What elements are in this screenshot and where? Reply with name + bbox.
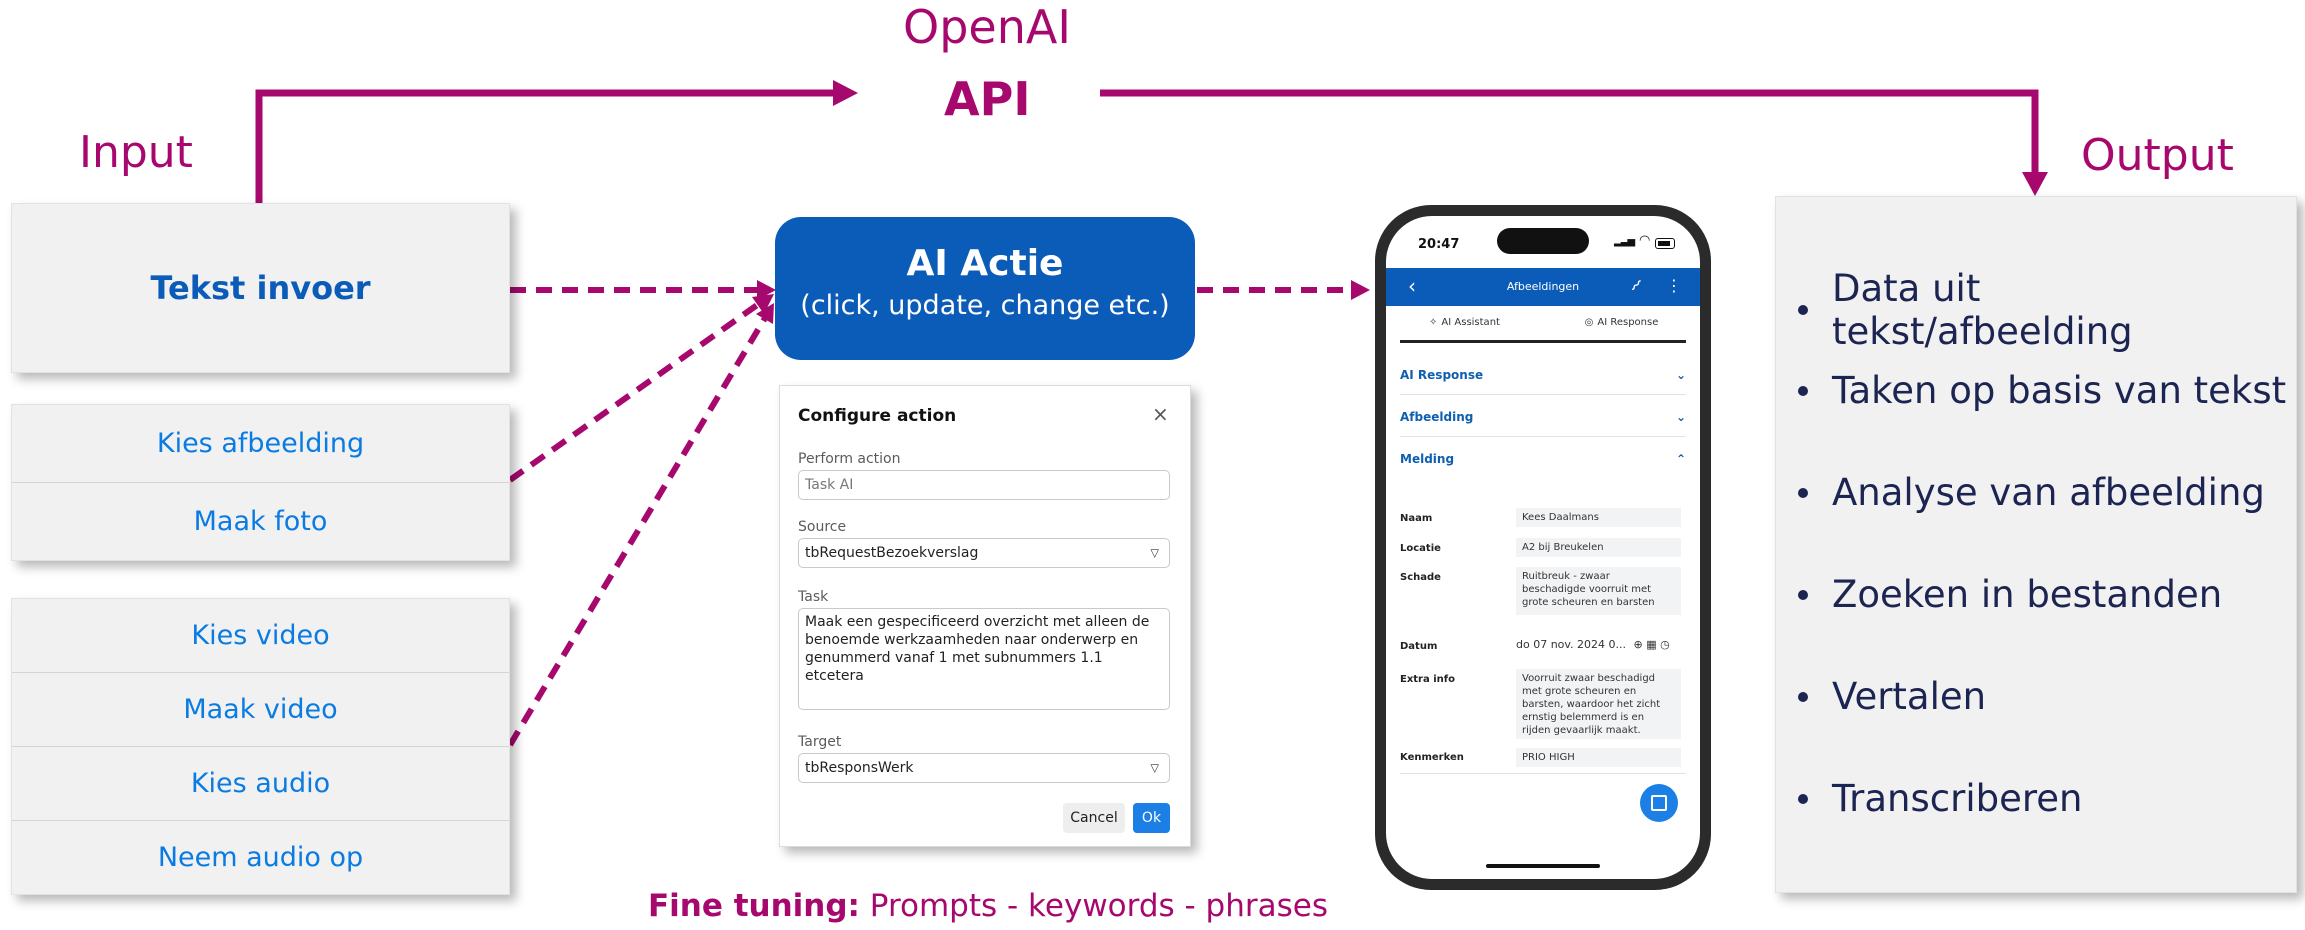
api-to-output-arrowhead [2022, 172, 2048, 196]
field-value-schade[interactable]: Ruitbreuk - zwaar beschadigde voorruit m… [1516, 567, 1681, 615]
input-label: Input [79, 127, 193, 178]
eye-icon: ◎ [1584, 316, 1594, 328]
tab-ai-response[interactable]: ◎ AI Response [1543, 306, 1700, 338]
field-label-naam: Naam [1400, 513, 1433, 524]
target-select[interactable]: tbResponsWerk ▽ [798, 753, 1170, 783]
tab-ai-assistant[interactable]: ✧ AI Assistant [1386, 306, 1543, 338]
ok-button[interactable]: Ok [1133, 803, 1170, 833]
input-to-api-arrowhead [833, 80, 858, 106]
phone-screen: 20:47 ▂▃▅ ◠ ‹ Afbeeldingen ⌇ ⋮ ✧ AI Assi… [1386, 216, 1700, 879]
dialog-title: Configure action [798, 406, 957, 426]
cancel-button[interactable]: Cancel [1063, 803, 1125, 833]
ai-action-title: AI Actie [906, 243, 1064, 284]
output-item: Analyse van afbeelding [1798, 471, 2265, 514]
perform-action-input[interactable]: Task AI [798, 470, 1170, 500]
source-select[interactable]: tbRequestBezoekverslag ▽ [798, 538, 1170, 568]
choose-image-button[interactable]: Kies afbeelding [12, 405, 509, 483]
field-value-extra-info[interactable]: Voorruit zwaar beschadigd met grote sche… [1516, 669, 1681, 739]
task-label: Task [798, 589, 829, 605]
save-fab[interactable] [1640, 784, 1678, 822]
output-panel: Data uit tekst/afbeelding Taken op basis… [1775, 196, 2297, 893]
provider-label: OpenAI [903, 0, 1071, 54]
chevron-down-icon: ▽ [1150, 546, 1159, 560]
dynamic-island [1497, 228, 1589, 254]
section-melding[interactable]: Melding ⌃ [1400, 440, 1686, 478]
sparkle-icon: ✧ [1429, 316, 1438, 328]
target-label: Target [798, 734, 842, 750]
chevron-down-icon: ⌄ [1675, 410, 1686, 424]
ai-action-box: AI Actie (click, update, change etc.) [775, 217, 1195, 360]
output-item: Taken op basis van tekst [1798, 369, 2286, 412]
choose-audio-button[interactable]: Kies audio [12, 747, 509, 821]
home-indicator [1486, 864, 1600, 868]
chevron-down-icon: ⌄ [1675, 368, 1686, 382]
field-label-datum: Datum [1400, 641, 1438, 652]
configure-action-dialog: Configure action × Perform action Task A… [779, 385, 1191, 847]
ai-action-subtitle: (click, update, change etc.) [800, 290, 1170, 321]
add-icon[interactable]: ⊕ [1634, 638, 1643, 651]
image-to-action-dash [508, 300, 762, 483]
fine-tuning-label: Fine tuning: [648, 888, 860, 924]
field-divider [1400, 773, 1686, 774]
text-input-panel[interactable]: Tekst invoer [11, 203, 510, 373]
more-icon[interactable]: ⋮ [1666, 276, 1682, 295]
record-video-button[interactable]: Maak video [12, 673, 509, 747]
field-label-extra-info: Extra info [1400, 674, 1455, 685]
chevron-down-icon: ▽ [1150, 761, 1159, 775]
header-title: Afbeeldingen [1506, 280, 1580, 293]
status-time: 20:47 [1418, 237, 1460, 252]
chevron-up-icon: ⌃ [1675, 452, 1686, 466]
battery-icon [1655, 238, 1675, 249]
output-item: Transcriberen [1798, 777, 2082, 820]
choose-video-button[interactable]: Kies video [12, 599, 509, 673]
fine-tuning-caption: Fine tuning: Prompts - keywords - phrase… [648, 888, 1328, 924]
input-to-api-line [255, 89, 845, 203]
output-label: Output [2081, 130, 2234, 181]
perform-action-label: Perform action [798, 451, 901, 467]
section-afbeelding[interactable]: Afbeelding ⌄ [1400, 398, 1686, 437]
phone-frame: 20:47 ▂▃▅ ◠ ‹ Afbeeldingen ⌇ ⋮ ✧ AI Assi… [1375, 205, 1711, 890]
field-value-locatie[interactable]: A2 bij Breukelen [1516, 538, 1681, 557]
api-label: API [944, 72, 1031, 126]
wifi-icon: ◠ [1639, 233, 1651, 248]
signal-icon: ▂▃▅ [1614, 236, 1635, 247]
clock-icon[interactable]: ◷ [1660, 638, 1670, 651]
field-value-kenmerken[interactable]: PRIO HIGH [1516, 748, 1681, 767]
phone-header: ‹ Afbeeldingen ⌇ ⋮ [1386, 268, 1700, 306]
save-icon [1651, 795, 1667, 811]
output-item: Vertalen [1798, 675, 1986, 718]
field-value-datum[interactable]: do 07 nov. 2024 0... ⊕ ▦ ◷ [1516, 638, 1696, 651]
text-input-label: Tekst invoer [150, 269, 371, 307]
output-item: Data uit tekst/afbeelding [1798, 267, 2288, 353]
field-label-locatie: Locatie [1400, 543, 1441, 554]
field-label-kenmerken: Kenmerken [1400, 752, 1464, 763]
output-list: Data uit tekst/afbeelding Taken op basis… [1798, 197, 2288, 892]
media-input-panel: Kies video Maak video Kies audio Neem au… [11, 598, 510, 895]
section-ai-response[interactable]: AI Response ⌄ [1400, 356, 1686, 395]
close-icon[interactable]: × [1152, 402, 1169, 426]
field-value-naam[interactable]: Kees Daalmans [1516, 508, 1681, 527]
field-label-schade: Schade [1400, 572, 1441, 583]
source-label: Source [798, 519, 847, 535]
tab-divider [1400, 340, 1686, 343]
task-textarea[interactable]: Maak een gespecificeerd overzicht met al… [798, 608, 1170, 710]
calendar-icon[interactable]: ▦ [1646, 638, 1656, 651]
api-to-output-line [1100, 89, 2039, 180]
output-item: Zoeken in bestanden [1798, 573, 2222, 616]
media-to-action-dash [507, 316, 768, 747]
fine-tuning-text: Prompts - keywords - phrases [869, 888, 1329, 924]
take-photo-button[interactable]: Maak foto [12, 483, 509, 560]
image-input-panel: Kies afbeelding Maak foto [11, 404, 510, 561]
record-audio-button[interactable]: Neem audio op [12, 821, 509, 894]
